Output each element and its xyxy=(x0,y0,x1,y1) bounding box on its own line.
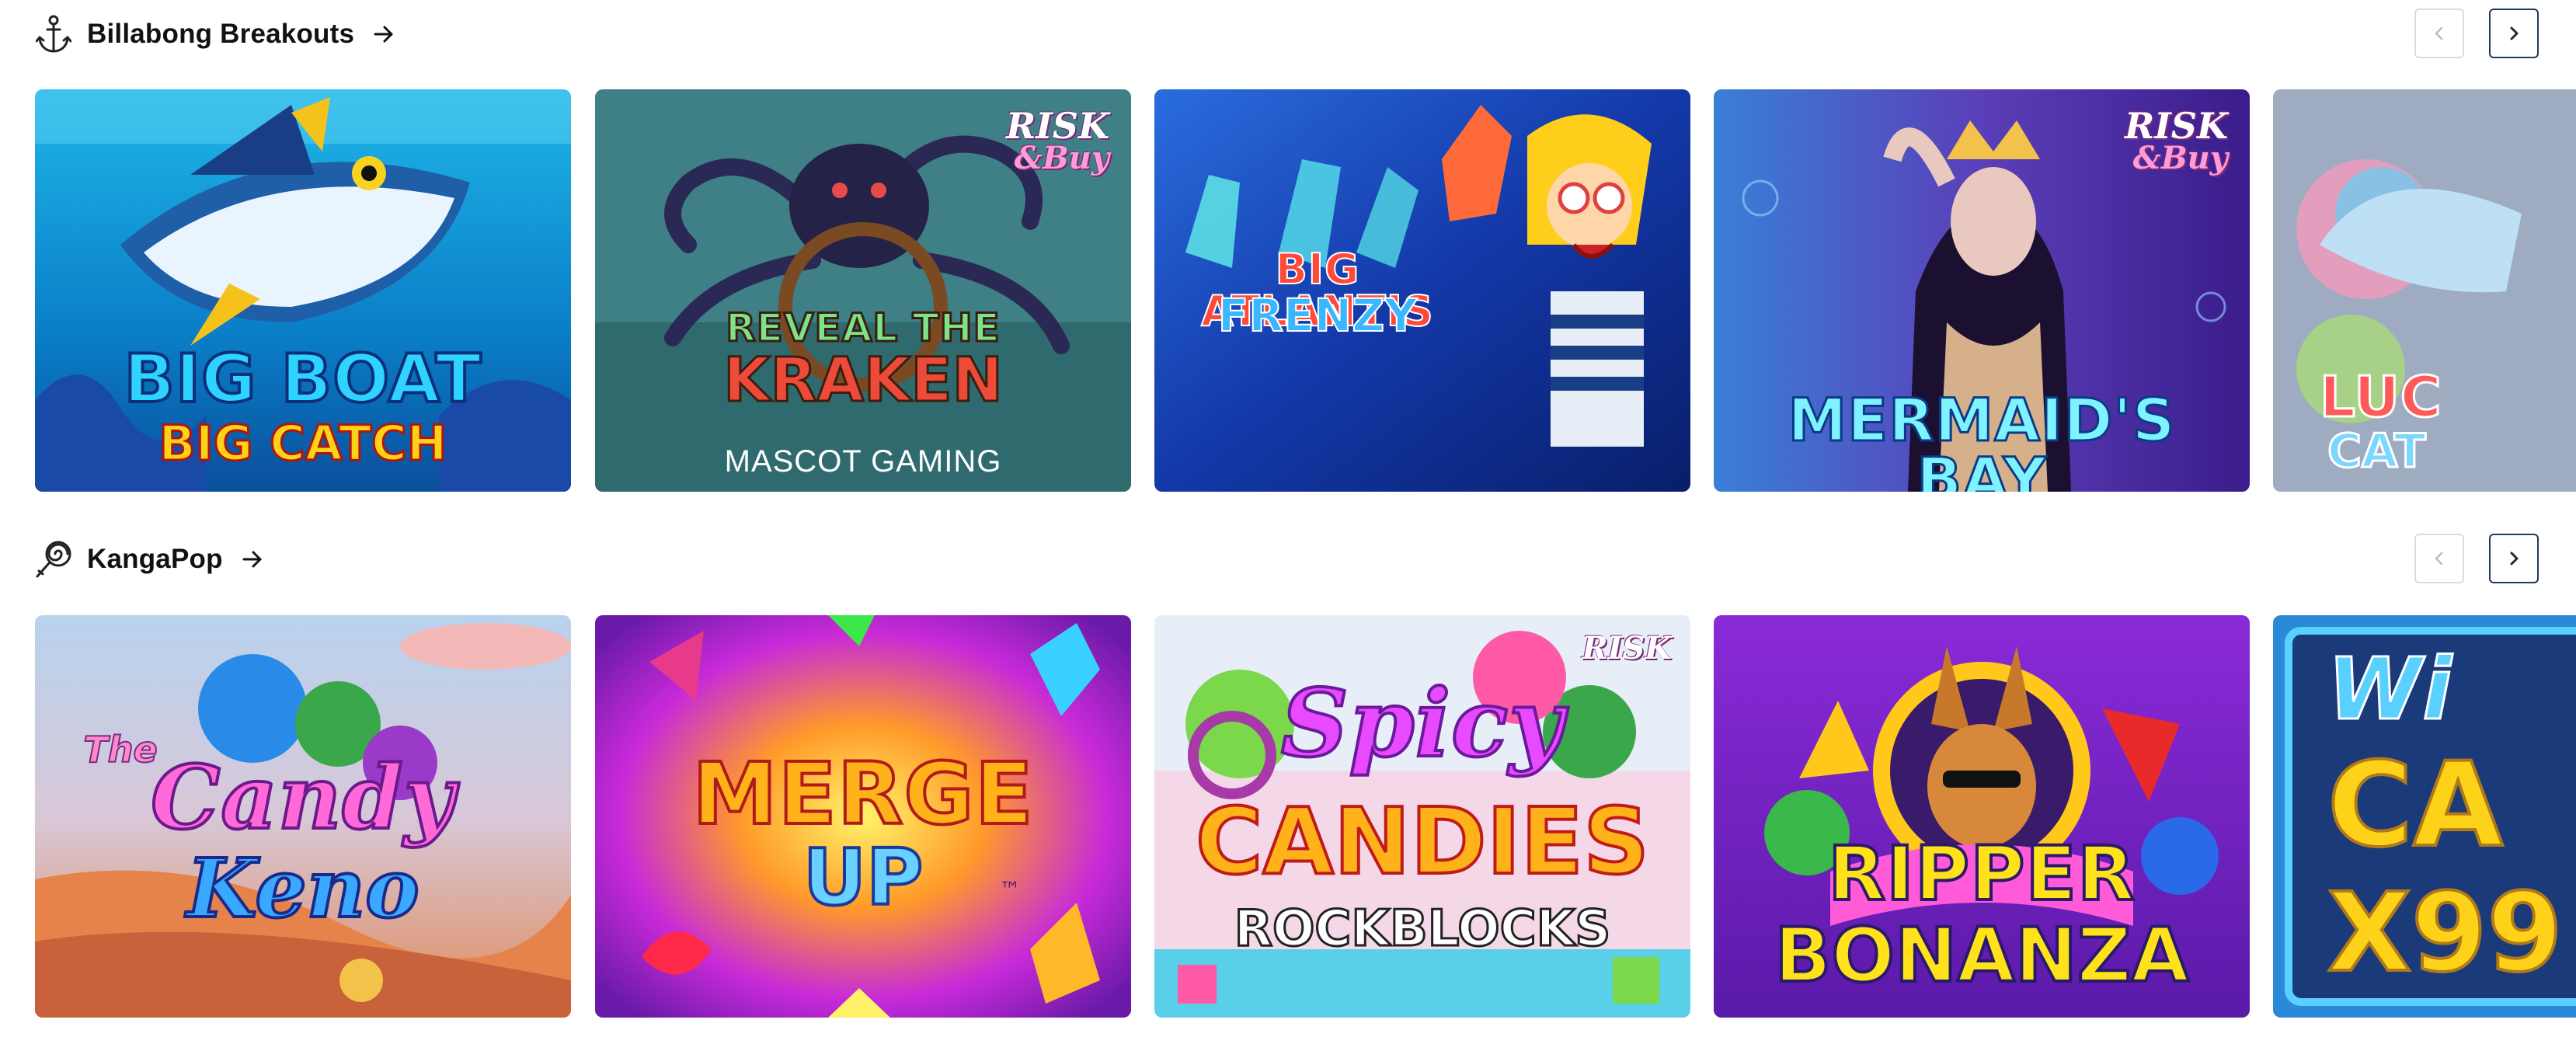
arrow-right-icon[interactable] xyxy=(371,22,396,47)
game-title: MERGE xyxy=(691,744,1035,844)
game-lobby: Billabong Breakouts BIG BOAT BIG CATCH R… xyxy=(0,0,2576,1044)
game-title: Candy xyxy=(149,747,456,849)
chevron-right-icon xyxy=(2510,552,2519,566)
game-card-big-atlantis-frenzy[interactable]: BIG ATLANTIS FRENZY xyxy=(1154,89,1690,492)
carousel-next-button[interactable] xyxy=(2489,9,2539,58)
risk-buy-badge: RISK &Buy xyxy=(1006,105,1109,176)
lollipop-icon xyxy=(34,540,73,579)
anchor-icon xyxy=(34,15,73,54)
game-card-lucky-catch[interactable]: LUC CAT xyxy=(2273,89,2576,492)
risk-badge: RISK xyxy=(1582,630,1672,666)
section-header[interactable]: KangaPop xyxy=(34,534,265,584)
game-card-mermaids-bay[interactable]: RISK &Buy MERMAID'S BAY xyxy=(1714,89,2250,492)
game-subtitle: KRAKEN xyxy=(722,346,1004,416)
section-title[interactable]: KangaPop xyxy=(87,544,223,575)
arrow-right-icon[interactable] xyxy=(240,547,265,572)
game-carousel: BIG BOAT BIG CATCH RISK &Buy REVEAL THE … xyxy=(0,89,2576,492)
chevron-left-icon xyxy=(2435,26,2443,40)
game-subtitle: BIG CATCH xyxy=(158,415,448,472)
game-card-ripper-bonanza[interactable]: RIPPER BONANZA xyxy=(1714,615,2250,1018)
trademark-symbol: ™ xyxy=(999,877,1021,903)
game-subtitle: CA xyxy=(2326,738,2505,873)
game-carousel: The Candy Keno MERGE UP ™ RISK Spicy CAN… xyxy=(0,615,2576,1018)
provider-logo: MASCOT GAMING xyxy=(724,444,1002,478)
game-subtitle: CAT xyxy=(2327,424,2428,478)
game-card-spicy-candies-rockblocks[interactable]: RISK Spicy CANDIES ROCKBLOCKS xyxy=(1154,615,1690,1018)
carousel-prev-button[interactable] xyxy=(2414,9,2464,58)
carousel-next-button[interactable] xyxy=(2489,534,2539,583)
game-card-reveal-the-kraken[interactable]: RISK &Buy REVEAL THE KRAKEN MASCOT GAMIN… xyxy=(595,89,1131,492)
game-subtitle-2: ROCKBLOCKS xyxy=(1233,900,1612,958)
game-subtitle: FRENZY xyxy=(1217,289,1419,342)
game-title: RIPPER xyxy=(1826,830,2136,917)
game-card-the-candy-keno[interactable]: The Candy Keno xyxy=(35,615,571,1018)
game-subtitle: UP xyxy=(802,832,925,923)
game-subtitle: BONANZA xyxy=(1773,912,2191,999)
game-subtitle-2: X99 xyxy=(2326,870,2564,997)
game-title: LUC xyxy=(2319,364,2443,430)
risk-buy-badge: RISK &Buy xyxy=(2125,105,2228,176)
game-subtitle: Keno xyxy=(185,840,420,936)
carousel-prev-button[interactable] xyxy=(2414,534,2464,583)
chevron-right-icon xyxy=(2510,26,2519,40)
game-card-big-boat-big-catch[interactable]: BIG BOAT BIG CATCH xyxy=(35,89,571,492)
section-title[interactable]: Billabong Breakouts xyxy=(87,19,354,50)
chevron-left-icon xyxy=(2435,552,2443,566)
section-header[interactable]: Billabong Breakouts xyxy=(34,9,396,59)
game-card-merge-up[interactable]: MERGE UP ™ xyxy=(595,615,1131,1018)
game-title: REVEAL THE xyxy=(725,305,1001,350)
game-title: MERMAID'S BAY xyxy=(1787,385,2176,492)
game-title: Wi xyxy=(2326,639,2453,739)
game-title: Spicy xyxy=(1279,669,1565,778)
game-title: BIG BOAT xyxy=(123,340,483,418)
game-card-wild-cash[interactable]: Wi CA X99 xyxy=(2273,615,2576,1018)
game-subtitle: CANDIES xyxy=(1194,788,1651,895)
